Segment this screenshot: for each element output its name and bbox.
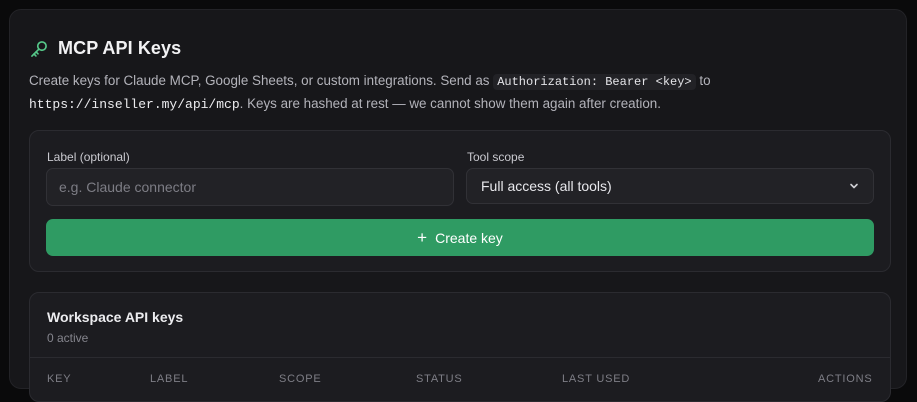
workspace-keys-card: Workspace API keys 0 active Key Label Sc… [29,292,891,402]
plus-icon: + [417,228,428,247]
description-part-1: Create keys for Claude MCP, Google Sheet… [29,73,494,88]
column-header-scope: Scope [279,373,322,385]
page-title: MCP API Keys [58,38,182,58]
create-key-label: Create key [435,229,503,246]
keys-card-title: Workspace API keys [47,309,184,325]
create-key-button[interactable]: + Create key [46,219,874,256]
column-header-actions: Actions [818,373,873,385]
table-divider [30,357,890,358]
label-input[interactable] [46,168,454,206]
endpoint-url: https://inseller.my/api/mcp [29,97,240,112]
description-text: Create keys for Claude MCP, Google Sheet… [29,70,889,115]
column-header-label: Label [150,373,189,385]
description-part-2: to [695,73,711,88]
auth-header-code: Authorization: Bearer <key> [493,74,696,90]
chevron-down-icon [850,183,858,189]
tool-scope-value: Full access (all tools) [481,178,612,194]
label-field-label: Label (optional) [47,150,130,164]
tool-scope-label: Tool scope [467,150,525,164]
active-keys-count: 0 active [47,331,89,345]
create-key-card: Label (optional) Tool scope Full access … [29,130,891,272]
column-header-last-used: Last used [562,373,631,385]
mcp-api-keys-panel: MCP API Keys Create keys for Claude MCP,… [9,9,907,402]
column-header-status: Status [416,373,463,385]
section-header: MCP API Keys [29,38,181,59]
description-part-3: . Keys are hashed at rest — we cannot sh… [239,96,661,111]
tool-scope-select[interactable]: Full access (all tools) [466,168,874,204]
key-icon [31,40,47,57]
column-header-key: Key [47,373,72,385]
